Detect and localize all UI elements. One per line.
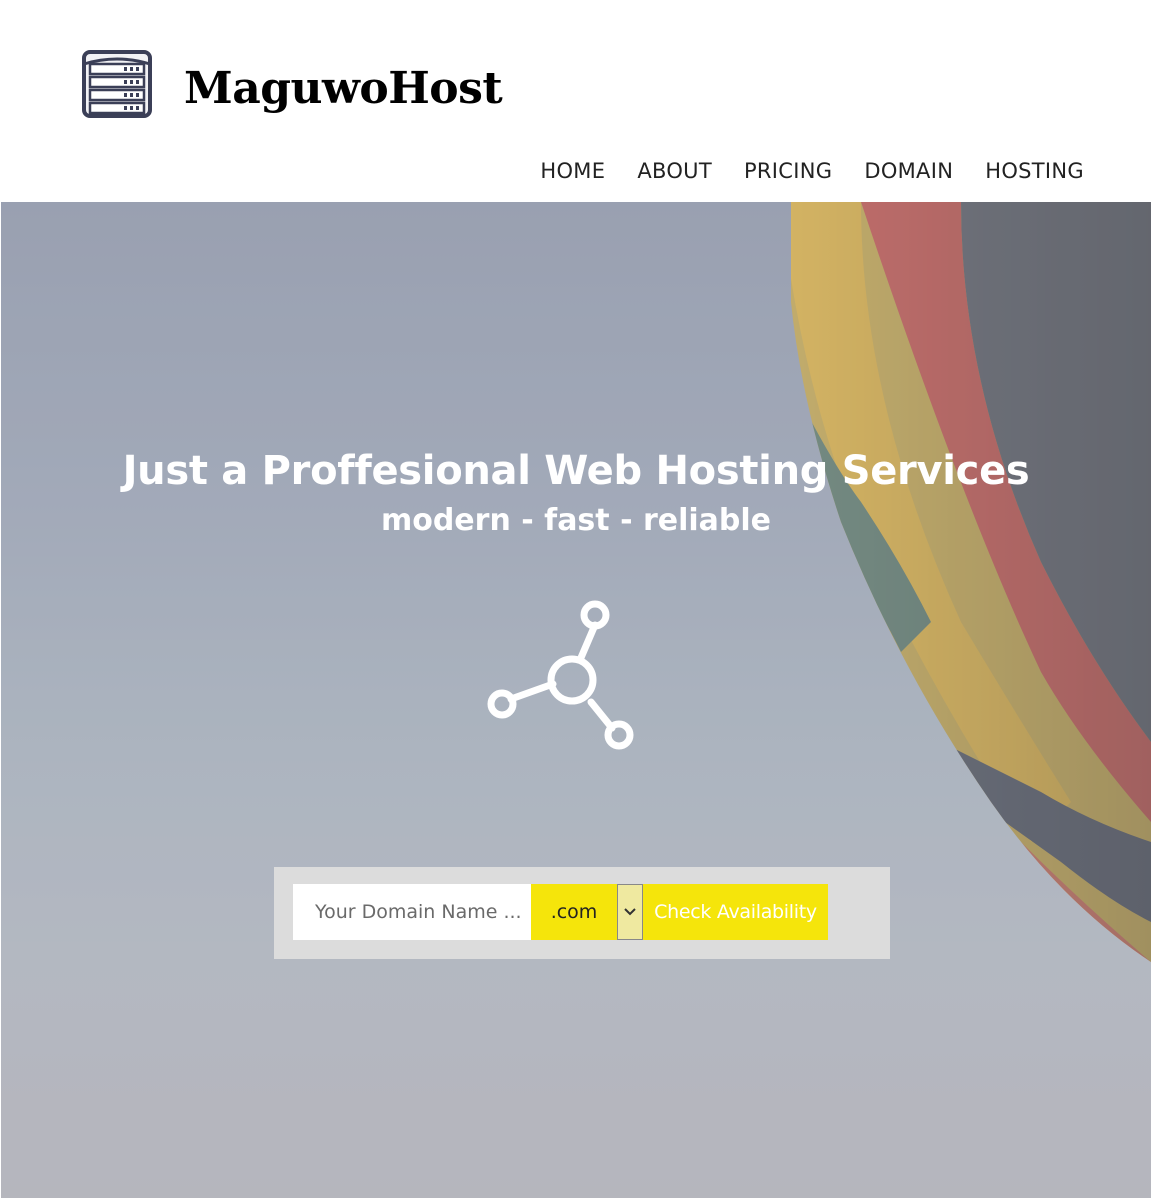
share-network-icon [487,600,634,750]
server-rack-icon[interactable] [82,50,152,118]
chevron-down-icon[interactable] [617,884,643,940]
nav-item-pricing[interactable]: PRICING [744,158,832,184]
nav-item-hosting[interactable]: HOSTING [985,158,1084,184]
hero-subtitle: modern - fast - reliable [380,503,772,538]
nav-item-domain[interactable]: DOMAIN [864,158,953,184]
domain-name-input[interactable] [293,884,531,940]
site-header: MaguwoHost HOME ABOUT PRICING DOMAIN HOS… [0,0,1152,202]
nav-item-about[interactable]: ABOUT [637,158,712,184]
hero-section: Just a Proffesional Web Hosting Services… [1,202,1151,1198]
domain-search-panel: .com Check Availability [274,867,890,959]
hero-title: Just a Proffesional Web Hosting Services [122,448,1030,494]
check-availability-button[interactable]: Check Availability [643,884,828,940]
main-nav: HOME ABOUT PRICING DOMAIN HOSTING [540,158,1084,184]
nav-item-home[interactable]: HOME [540,158,605,184]
tld-selected-value: .com [550,901,598,923]
tld-select[interactable]: .com [531,884,643,940]
brand-name[interactable]: MaguwoHost [184,62,503,116]
